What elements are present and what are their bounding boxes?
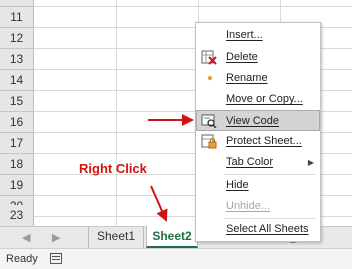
annotation-arrows xyxy=(148,114,194,222)
arrow-to-sheet-tab-icon xyxy=(150,185,168,222)
